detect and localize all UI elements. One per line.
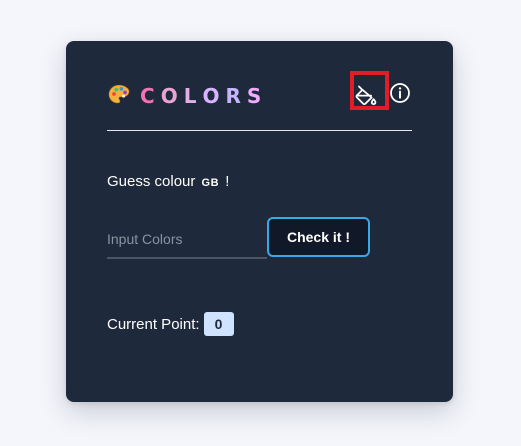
guess-prompt: Guess colour GB ! bbox=[107, 172, 229, 193]
title-letter: O bbox=[202, 84, 226, 108]
color-input[interactable] bbox=[107, 221, 267, 257]
title-letter: O bbox=[160, 84, 184, 108]
prompt-text: Guess colour bbox=[107, 173, 196, 190]
app-title: COLORS bbox=[140, 83, 267, 109]
color-code: GB bbox=[201, 177, 220, 189]
colors-game-card: COLORS Guess colour GB ! Check it ! Curr… bbox=[66, 41, 453, 402]
title-letter: S bbox=[246, 84, 268, 108]
header-divider bbox=[107, 130, 412, 131]
prompt-suffix: ! bbox=[225, 173, 230, 190]
points-label: Current Point: bbox=[107, 315, 200, 333]
title-letter: C bbox=[140, 84, 161, 108]
selection-highlight bbox=[350, 71, 389, 110]
title-letter: L bbox=[183, 84, 203, 108]
current-points: Current Point: 0 bbox=[107, 312, 234, 336]
title-letter: R bbox=[225, 84, 247, 108]
check-button[interactable]: Check it ! bbox=[267, 217, 370, 257]
palette-icon bbox=[108, 84, 130, 104]
info-icon[interactable] bbox=[389, 82, 411, 104]
points-badge: 0 bbox=[203, 312, 234, 336]
color-input-wrapper bbox=[107, 221, 267, 259]
